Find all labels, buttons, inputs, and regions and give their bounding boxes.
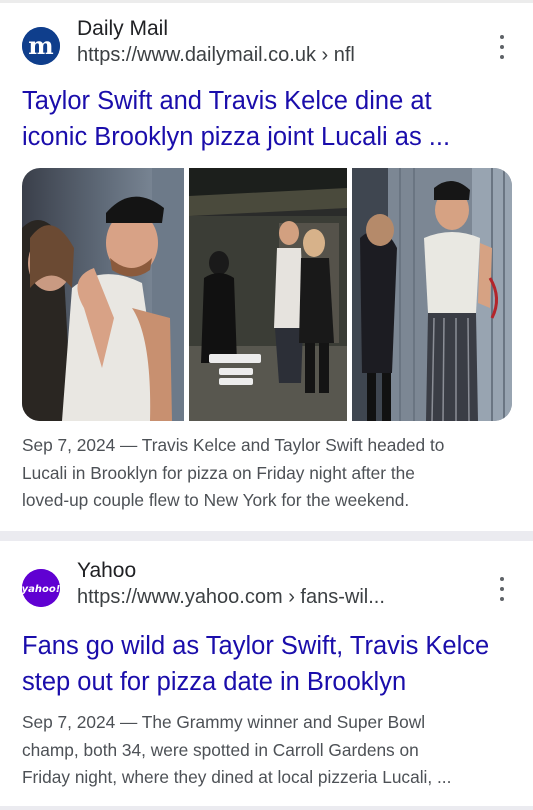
source-name: Yahoo [77, 559, 137, 582]
result-image-1[interactable] [22, 168, 184, 421]
search-result-yahoo: yahoo! Yahoo https://www.yahoo.com › fan… [0, 541, 533, 806]
daily-mail-favicon-icon: m [22, 27, 60, 65]
result-title-link[interactable]: Taylor Swift and Travis Kelce dine at ic… [22, 83, 512, 155]
result-image-3[interactable] [352, 168, 512, 421]
result-separator [0, 806, 533, 810]
result-image-2[interactable] [189, 168, 347, 421]
result-source[interactable]: yahoo! Yahoo https://www.yahoo.com › fan… [22, 559, 512, 611]
source-url: https://www.dailymail.co.uk › nfl [77, 44, 355, 66]
result-snippet: Sep 7, 2024 — The Grammy winner and Supe… [22, 709, 517, 792]
title-line: iconic Brooklyn pizza joint Lucali as ..… [22, 123, 451, 151]
more-options-icon[interactable] [492, 577, 512, 601]
yahoo-favicon-icon: yahoo! [22, 569, 60, 607]
snippet-line: Sep 7, 2024 — Travis Kelce and Taylor Sw… [22, 435, 445, 455]
result-image-strip[interactable] [22, 168, 512, 421]
result-separator [0, 531, 533, 541]
source-url: https://www.yahoo.com › fans-wil... [77, 586, 385, 608]
snippet-line: champ, both 34, were spotted in Carroll … [22, 739, 419, 760]
snippet-line: Sep 7, 2024 — The Grammy winner and Supe… [22, 712, 426, 732]
title-line: step out for pizza date in Brooklyn [22, 668, 407, 696]
result-source[interactable]: m Daily Mail https://www.dailymail.co.uk… [22, 17, 512, 69]
svg-text:yahoo!: yahoo! [22, 584, 60, 595]
snippet-line: Lucali in Brooklyn for pizza on Friday n… [22, 462, 415, 483]
source-name: Daily Mail [77, 17, 169, 40]
result-title-link[interactable]: Fans go wild as Taylor Swift, Travis Kel… [22, 628, 512, 700]
more-options-icon[interactable] [492, 35, 512, 59]
snippet-line: Friday night, where they dined at local … [22, 767, 452, 787]
title-line: Fans go wild as Taylor Swift, Travis Kel… [22, 632, 490, 660]
snippet-line: loved-up couple flew to New York for the… [22, 490, 410, 510]
svg-text:m: m [28, 31, 53, 60]
result-snippet: Sep 7, 2024 — Travis Kelce and Taylor Sw… [22, 432, 517, 515]
title-line: Taylor Swift and Travis Kelce dine at [22, 87, 432, 115]
search-result-dailymail: m Daily Mail https://www.dailymail.co.uk… [0, 3, 533, 531]
